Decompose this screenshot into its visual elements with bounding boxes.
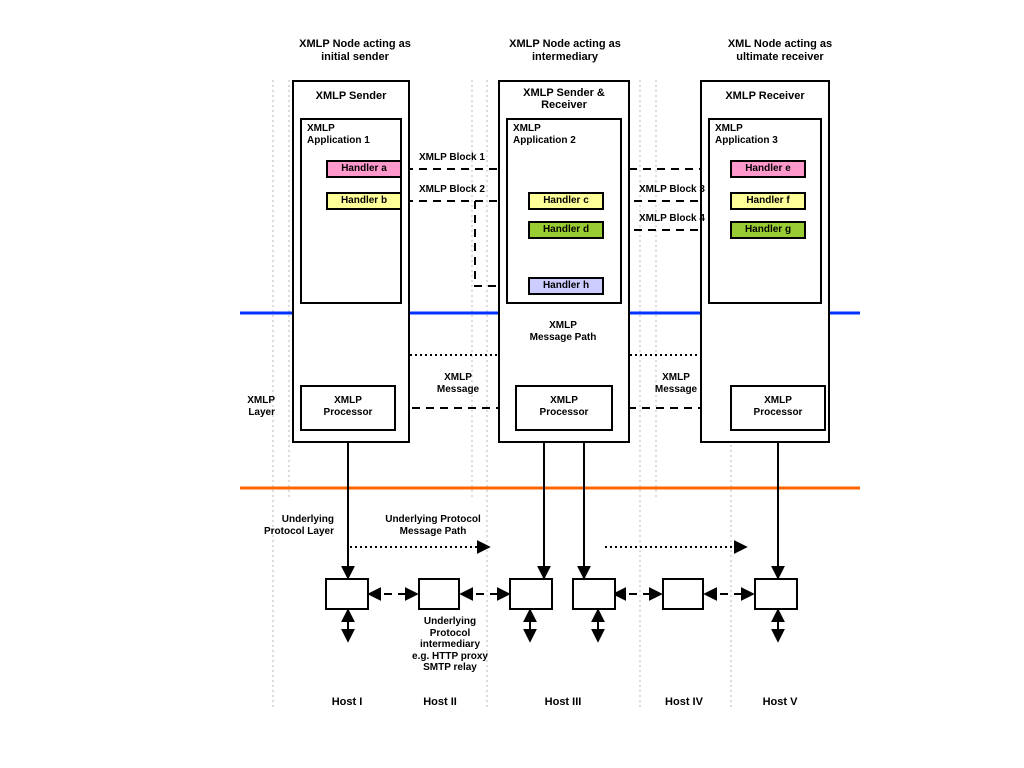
host3-label: Host III	[533, 696, 593, 708]
host4-box	[662, 578, 704, 610]
block4-label: XMLP Block 4	[632, 213, 712, 225]
app1-title: XMLPApplication 1	[302, 120, 400, 150]
app1-box: XMLPApplication 1	[300, 118, 402, 304]
handler-f: Handler f	[730, 192, 806, 210]
host1-label: Host I	[320, 696, 374, 708]
host5-box	[754, 578, 798, 610]
role-inter: XMLP Node acting asintermediary	[495, 38, 635, 64]
xmlp-layer-label: XMLPLayer	[215, 395, 275, 418]
inter-title: XMLP Sender &Receiver	[498, 83, 630, 113]
sender-title: XMLP Sender	[292, 86, 410, 104]
app3-box: XMLPApplication 3	[708, 118, 822, 304]
under-msgpath-label: Underlying ProtocolMessage Path	[368, 514, 498, 537]
proc-inter: XMLPProcessor	[515, 385, 613, 431]
block2-label: XMLP Block 2	[412, 184, 492, 196]
host3-box-l	[509, 578, 553, 610]
role-sender: XMLP Node acting asinitial sender	[290, 38, 420, 64]
proc-receiver: XMLPProcessor	[730, 385, 826, 431]
host5-label: Host V	[752, 696, 808, 708]
handler-c: Handler c	[528, 192, 604, 210]
under-inter-label: UnderlyingProtocolintermediarye.g. HTTP …	[400, 616, 500, 674]
under-layer-label: UnderlyingProtocol Layer	[236, 514, 334, 537]
host3-box-r	[572, 578, 616, 610]
proc-sender: XMLPProcessor	[300, 385, 396, 431]
msg-label-2: XMLPMessage	[636, 372, 716, 395]
handler-e: Handler e	[730, 160, 806, 178]
msg-label-1: XMLPMessage	[418, 372, 498, 395]
block3-label: XMLP Block 3	[632, 184, 712, 196]
host4-label: Host IV	[655, 696, 713, 708]
handler-h: Handler h	[528, 277, 604, 295]
app3-title: XMLPApplication 3	[710, 120, 820, 150]
handler-d: Handler d	[528, 221, 604, 239]
host2-label: Host II	[412, 696, 468, 708]
block1-label: XMLP Block 1	[412, 152, 492, 164]
handler-a: Handler a	[326, 160, 402, 178]
receiver-title: XMLP Receiver	[700, 86, 830, 104]
handler-b: Handler b	[326, 192, 402, 210]
handler-g: Handler g	[730, 221, 806, 239]
host1-box	[325, 578, 369, 610]
app2-title: XMLPApplication 2	[508, 120, 620, 150]
host2-box	[418, 578, 460, 610]
role-receiver: XML Node acting asultimate receiver	[710, 38, 850, 64]
msgpath-label: XMLPMessage Path	[503, 320, 623, 343]
